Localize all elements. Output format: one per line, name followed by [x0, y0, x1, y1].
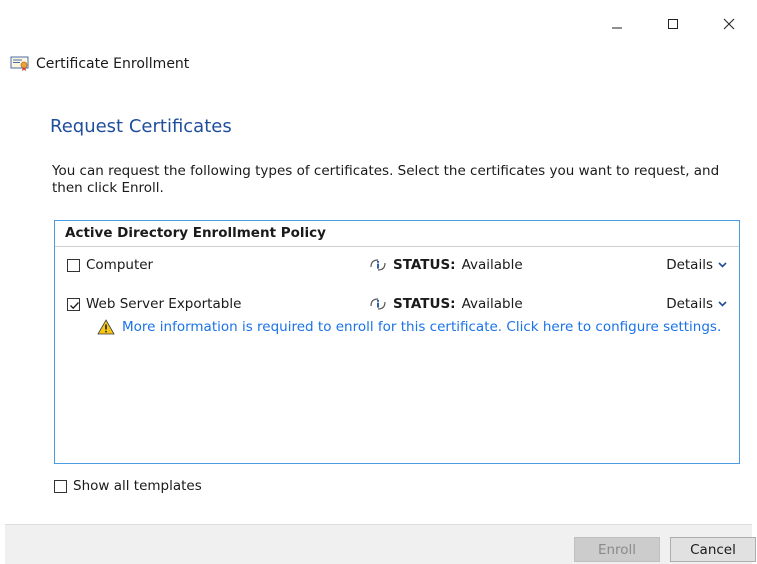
certificate-row-web-server-exportable: Web Server Exportable STATUS: Available …	[67, 294, 729, 314]
enrollment-policy-list: Active Directory Enrollment Policy Compu…	[54, 220, 740, 464]
warning-icon	[97, 319, 115, 335]
maximize-button[interactable]	[645, 8, 701, 40]
window-controls	[589, 8, 757, 40]
status-value: Available	[461, 296, 523, 312]
maximize-icon	[668, 19, 678, 29]
show-all-templates-checkbox[interactable]	[54, 479, 67, 493]
status-label: STATUS:	[393, 296, 456, 312]
status-value: Available	[461, 257, 523, 273]
window-title-bar: Certificate Enrollment	[10, 56, 189, 72]
info-icon	[369, 257, 387, 273]
policy-header: Active Directory Enrollment Policy	[55, 221, 739, 247]
details-toggle-computer[interactable]: Details	[666, 257, 727, 273]
enroll-button[interactable]: Enroll	[574, 537, 660, 562]
close-button[interactable]	[701, 8, 757, 40]
configure-settings-link[interactable]: More information is required to enroll f…	[122, 319, 721, 335]
status-label: STATUS:	[393, 257, 456, 273]
chevron-down-icon	[718, 262, 727, 268]
window-title: Certificate Enrollment	[36, 56, 190, 72]
configure-settings-warning: More information is required to enroll f…	[97, 319, 721, 335]
page-description: You can request the following types of c…	[52, 163, 720, 196]
status-group: STATUS: Available	[369, 257, 523, 273]
certificate-row-computer: Computer STATUS: Available Details	[67, 255, 729, 275]
web-server-exportable-checkbox[interactable]	[67, 297, 80, 311]
details-label: Details	[666, 257, 713, 273]
chevron-down-icon	[718, 301, 727, 307]
status-group: STATUS: Available	[369, 296, 523, 312]
certificate-name: Computer	[86, 257, 154, 273]
checkmark-icon	[70, 301, 79, 309]
dialog-footer: Enroll Cancel	[5, 524, 756, 564]
minimize-icon	[612, 27, 622, 29]
show-all-templates[interactable]: Show all templates	[54, 478, 202, 494]
show-all-templates-label: Show all templates	[73, 478, 202, 494]
cancel-button[interactable]: Cancel	[670, 537, 756, 562]
page-title: Request Certificates	[50, 116, 232, 137]
certificate-icon	[10, 56, 30, 72]
minimize-button[interactable]	[589, 8, 645, 40]
close-icon	[723, 18, 735, 30]
details-label: Details	[666, 296, 713, 312]
details-toggle-web-server-exportable[interactable]: Details	[666, 296, 727, 312]
certificate-name: Web Server Exportable	[86, 296, 242, 312]
info-icon	[369, 296, 387, 312]
computer-checkbox[interactable]	[67, 258, 80, 272]
